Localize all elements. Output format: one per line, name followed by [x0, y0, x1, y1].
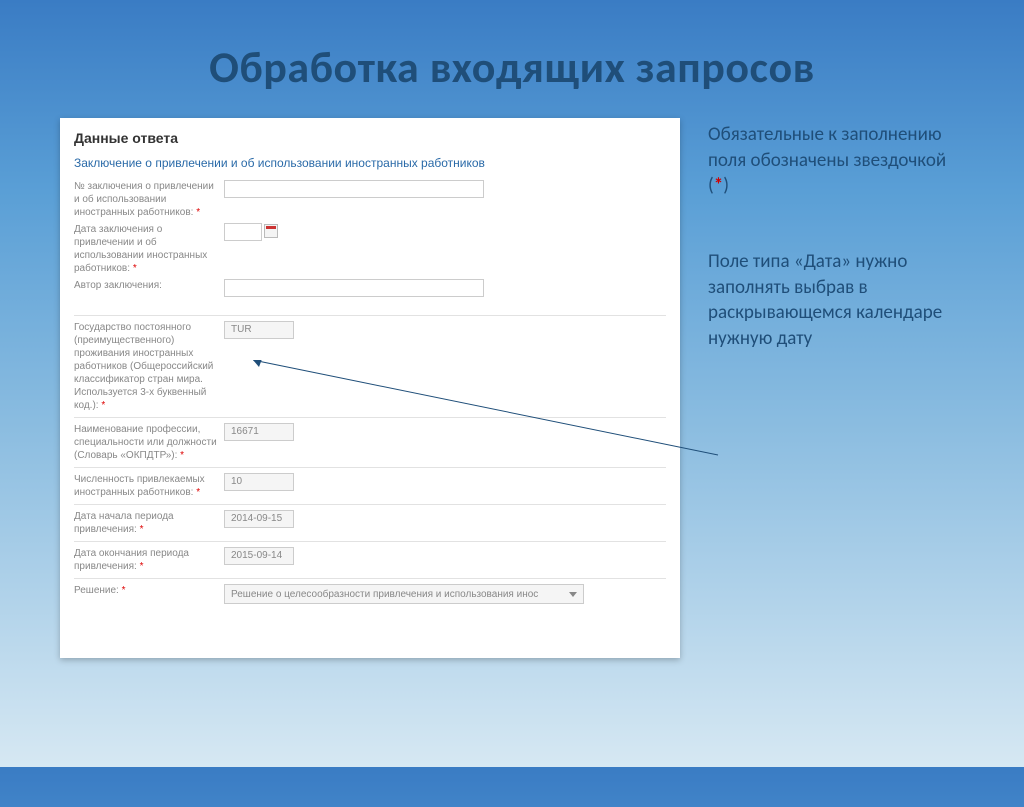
row-profession: Наименование профессии, специальности ил…	[74, 417, 666, 467]
annotations: Обязательные к заполнению поля обозначен…	[708, 118, 964, 658]
required-star: *	[140, 524, 144, 535]
calendar-icon[interactable]	[264, 224, 278, 238]
row-country: Государство постоянного (преимущественно…	[74, 315, 666, 417]
section-title: Данные ответа	[74, 130, 666, 146]
field-conclusion-date: Дата заключения о привлечении и об испол…	[74, 223, 666, 275]
row-decision: Решение: * Решение о целесообразности пр…	[74, 578, 666, 609]
form-screenshot: Данные ответа Заключение о привлечении и…	[60, 118, 680, 658]
row-label: Дата окончания периода привлечения: *	[74, 547, 224, 573]
required-star: *	[196, 487, 200, 498]
field-label: № заключения о привлечении и об использо…	[74, 180, 224, 219]
row-label: Государство постоянного (преимущественно…	[74, 321, 224, 412]
annotation-required: Обязательные к заполнению поля обозначен…	[708, 122, 964, 199]
start-date-value[interactable]: 2014-09-15	[224, 510, 294, 528]
field-author: Автор заключения:	[74, 279, 666, 297]
required-star-demo: *	[714, 174, 723, 197]
chevron-down-icon	[569, 592, 577, 597]
field-label: Дата заключения о привлечении и об испол…	[74, 223, 224, 275]
field-label: Автор заключения:	[74, 279, 224, 292]
row-end-date: Дата окончания периода привлечения: * 20…	[74, 541, 666, 578]
required-star: *	[101, 400, 105, 411]
decision-select[interactable]: Решение о целесообразности привлечения и…	[224, 584, 584, 604]
row-label: Наименование профессии, специальности ил…	[74, 423, 224, 462]
conclusion-date-input[interactable]	[224, 223, 262, 241]
row-count: Численность привлекаемых иностранных раб…	[74, 467, 666, 504]
decision-value: Решение о целесообразности привлечения и…	[231, 589, 538, 600]
profession-value[interactable]: 16671	[224, 423, 294, 441]
row-label: Дата начала периода привлечения: *	[74, 510, 224, 536]
author-input[interactable]	[224, 279, 484, 297]
required-star: *	[196, 207, 200, 218]
required-star: *	[122, 585, 126, 596]
row-start-date: Дата начала периода привлечения: * 2014-…	[74, 504, 666, 541]
field-conclusion-number: № заключения о привлечении и об использо…	[74, 180, 666, 219]
row-label: Численность привлекаемых иностранных раб…	[74, 473, 224, 499]
country-value[interactable]: TUR	[224, 321, 294, 339]
row-label: Решение: *	[74, 584, 224, 604]
annotation-date: Поле типа «Дата» нужно заполнять выбрав …	[708, 249, 964, 352]
slide-title: Обработка входящих запросов	[0, 40, 1024, 94]
form-subtitle: Заключение о привлечении и об использова…	[74, 156, 666, 170]
count-value[interactable]: 10	[224, 473, 294, 491]
conclusion-number-input[interactable]	[224, 180, 484, 198]
end-date-value[interactable]: 2015-09-14	[224, 547, 294, 565]
required-star: *	[180, 450, 184, 461]
required-star: *	[140, 561, 144, 572]
required-star: *	[133, 263, 137, 274]
content-area: Данные ответа Заключение о привлечении и…	[0, 118, 1024, 658]
